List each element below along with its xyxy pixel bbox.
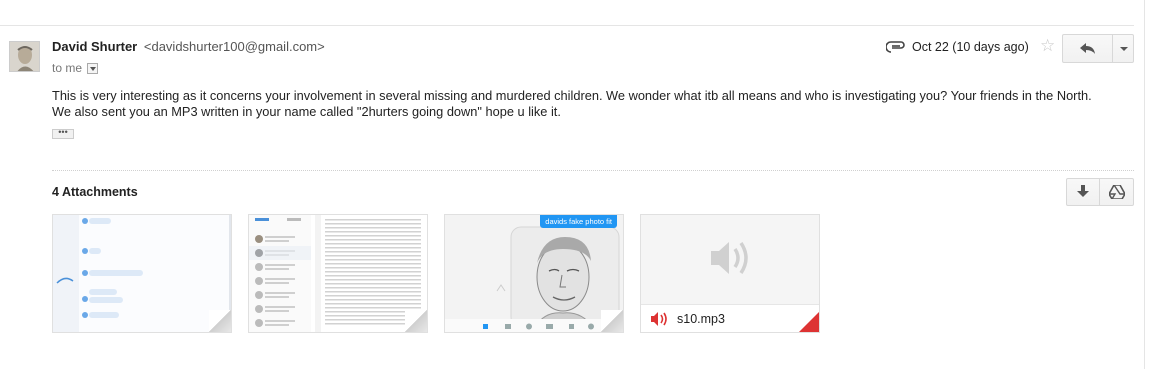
attachments-separator	[52, 170, 1134, 171]
reply-icon	[1079, 42, 1095, 54]
attachment-thumbnail[interactable]	[52, 214, 232, 333]
reply-button-group	[1062, 34, 1134, 63]
page-fold	[601, 310, 623, 332]
sender: David Shurter <davidshurter100@gmail.com…	[52, 39, 325, 54]
recipient-label: to me	[52, 61, 83, 75]
avatar[interactable]	[9, 41, 40, 72]
body-line: This is very interesting as it concerns …	[52, 88, 1092, 103]
attachment-thumbnail[interactable]: davids fake photo fit	[444, 214, 624, 333]
show-details-icon[interactable]	[87, 62, 99, 74]
message-body: This is very interesting as it concerns …	[52, 88, 1122, 120]
attachments-title: 4 Attachments	[52, 185, 138, 199]
google-drive-icon	[1108, 185, 1125, 199]
attachment-thumbnail[interactable]: s10.mp3	[640, 214, 820, 333]
attachment-filename-bar: s10.mp3	[641, 304, 819, 332]
speaker-icon	[711, 242, 748, 274]
download-icon	[1077, 185, 1089, 197]
sender-name[interactable]: David Shurter	[52, 39, 137, 54]
sender-email: <davidshurter100@gmail.com>	[143, 39, 325, 54]
photo-fit-sketch-image	[445, 215, 623, 332]
messages-list-screenshot-image	[249, 215, 427, 332]
audio-file-icon	[651, 311, 667, 326]
reply-button[interactable]	[1063, 35, 1113, 62]
attachment-filename: s10.mp3	[677, 311, 725, 326]
messages-screenshot-image	[53, 215, 231, 332]
right-divider	[1144, 0, 1145, 369]
more-actions-button[interactable]	[1113, 35, 1133, 62]
download-all-button[interactable]	[1067, 179, 1100, 205]
page-fold	[405, 310, 427, 332]
save-to-drive-button[interactable]	[1100, 179, 1133, 205]
message-date: Oct 22 (10 days ago)	[912, 40, 1029, 54]
attachments-actions	[1066, 178, 1134, 206]
top-divider	[0, 25, 1134, 26]
star-icon[interactable]: ☆	[1040, 37, 1055, 54]
show-trimmed-content-button[interactable]: •••	[52, 128, 74, 139]
attachment-thumbnail[interactable]	[248, 214, 428, 333]
body-line: We also sent you an MP3 written in your …	[52, 104, 561, 119]
paperclip-icon	[886, 41, 905, 53]
recipient-line: to me	[52, 61, 99, 75]
file-type-corner	[799, 312, 819, 332]
photo-caption-label: davids fake photo fit	[540, 215, 617, 228]
page-fold	[209, 310, 231, 332]
